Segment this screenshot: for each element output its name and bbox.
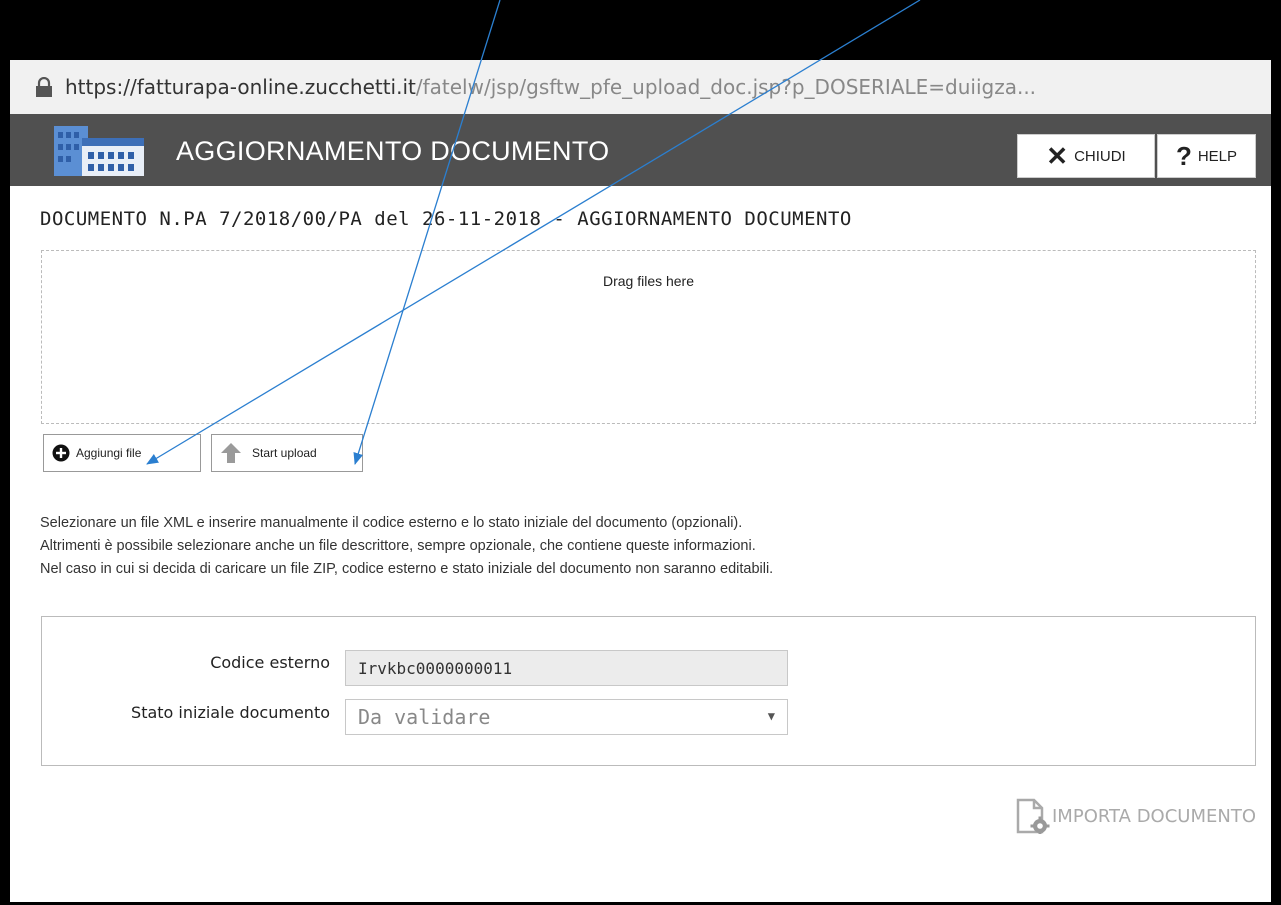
stato-iniziale-select[interactable]: Da validare ▼ [345,699,788,735]
dropdown-arrow-icon: ▼ [767,709,775,723]
import-document-label: IMPORTA DOCUMENTO [1052,805,1256,827]
document-form: Codice esterno Irvkbc0000000011 Stato in… [41,616,1256,766]
drop-zone-text: Drag files here [602,273,695,289]
import-document-button[interactable]: IMPORTA DOCUMENTO [1014,798,1256,834]
instruction-line: Selezionare un file XML e inserire manua… [40,515,743,531]
close-label: CHIUDI [1074,147,1126,165]
address-url[interactable]: https://fatturapa-online.zucchetti.it/fa… [65,75,1245,99]
stato-iniziale-value: Da validare [358,705,491,729]
upload-arrow-icon [220,442,242,464]
building-logo-icon [52,122,152,178]
codice-esterno-label: Codice esterno [210,653,330,672]
document-gear-icon [1014,798,1050,834]
instructions-text: Selezionare un file XML e inserire manua… [40,512,773,581]
instruction-line: Altrimenti è possibile selezionare anche… [40,538,756,554]
instruction-line: Nel caso in cui si decida di caricare un… [40,561,774,577]
title-bar: AGGIORNAMENTO DOCUMENTO ✕ CHIUDI ? HELP [10,114,1271,186]
stato-iniziale-label: Stato iniziale documento [131,703,330,722]
add-circle-icon [52,444,70,462]
add-file-button[interactable]: Aggiungi file [43,434,201,472]
page-heading: DOCUMENTO N.PA 7/2018/00/PA del 26-11-20… [40,208,852,230]
url-path: /fatelw/jsp/gsftw_pfe_upload_doc.jsp?p_D… [415,75,1037,99]
browser-window: https://fatturapa-online.zucchetti.it/fa… [10,60,1271,902]
file-drop-zone[interactable]: Drag files here [41,250,1256,424]
window-title: AGGIORNAMENTO DOCUMENTO [176,136,610,166]
help-icon: ? [1175,140,1192,171]
add-file-label: Aggiungi file [76,446,142,460]
start-upload-button[interactable]: Start upload [211,434,363,472]
start-upload-label: Start upload [252,446,317,460]
help-button[interactable]: ? HELP [1157,134,1256,178]
url-domain: https://fatturapa-online.zucchetti.it [65,75,416,99]
help-label: HELP [1197,147,1238,165]
codice-esterno-field[interactable]: Irvkbc0000000011 [345,650,788,686]
close-button[interactable]: ✕ CHIUDI [1017,134,1155,178]
lock-icon [35,76,53,97]
close-icon: ✕ [1046,140,1069,171]
address-bar[interactable]: https://fatturapa-online.zucchetti.it/fa… [10,60,1271,114]
